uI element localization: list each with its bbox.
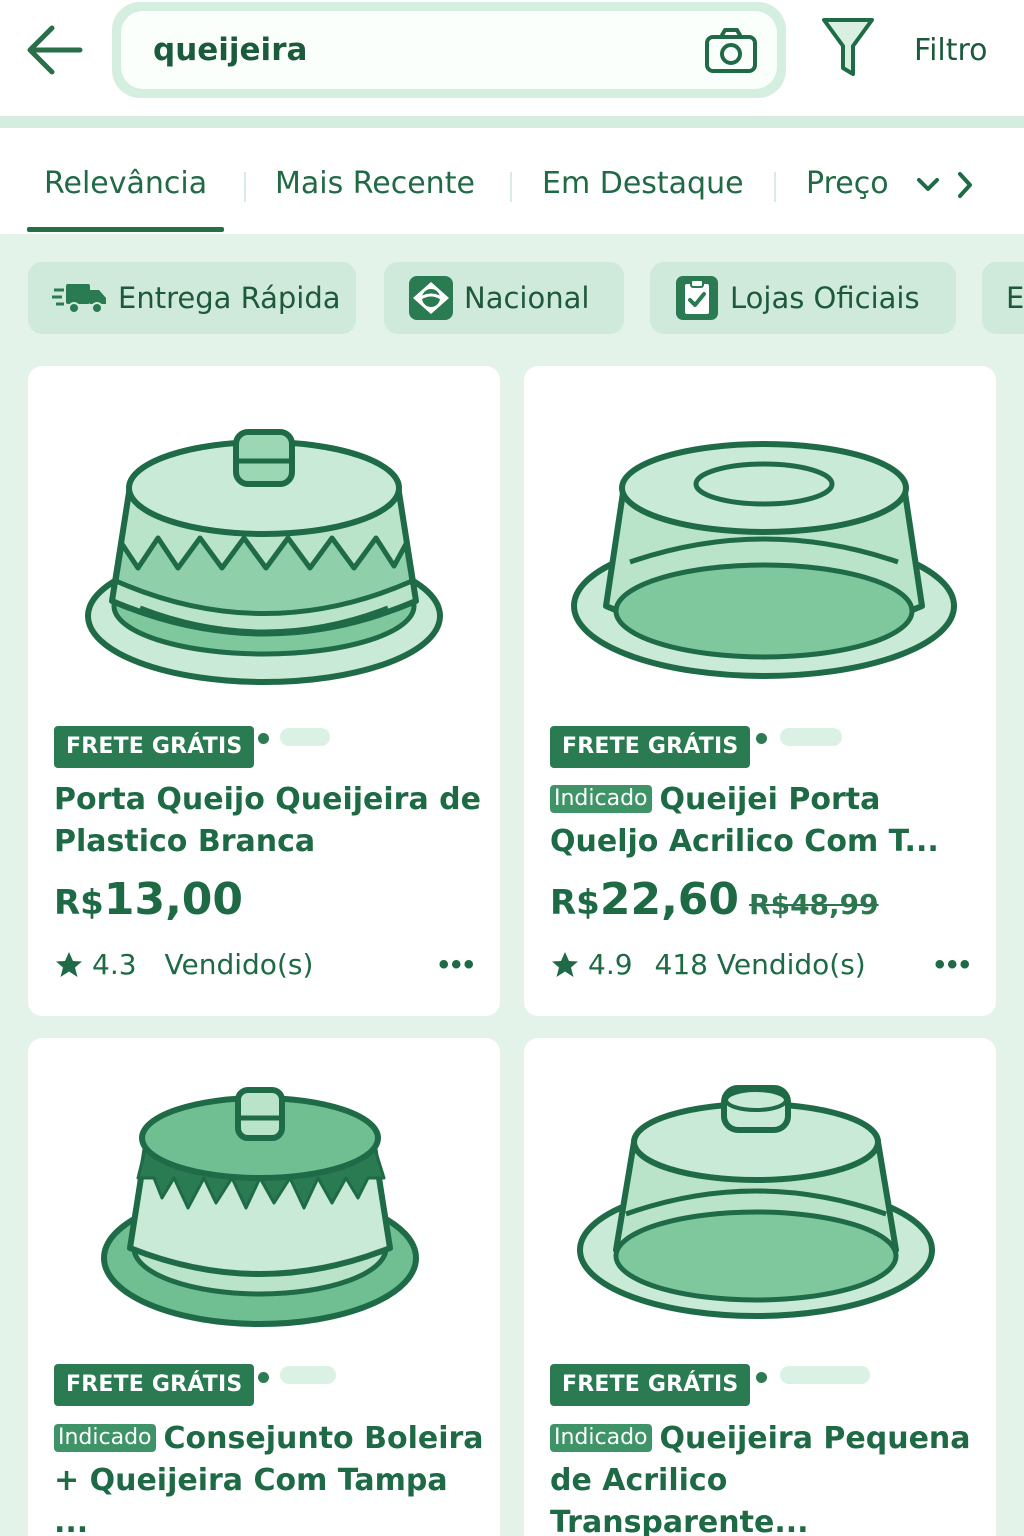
chip-label: Lojas Oficiais: [730, 281, 920, 315]
more-options-icon[interactable]: •••: [438, 948, 476, 982]
indicator-dot: [258, 1372, 269, 1383]
tab-relevancia[interactable]: Relevância: [44, 166, 207, 201]
product-image: [577, 1085, 935, 1319]
product-title[interactable]: Porta Queijo Queijeira de Plastico Branc…: [54, 779, 484, 863]
product-title[interactable]: Indicado Queijeira Pequena de Acrilico Tr…: [550, 1418, 990, 1536]
chip-partial[interactable]: E: [982, 262, 1024, 334]
product-image: [571, 441, 957, 679]
top-bar: Filtro: [0, 0, 1024, 118]
sold-count: Vendido(s): [164, 948, 314, 981]
product-card[interactable]: FRETE GRÁTIS Indicado Queijeira Pequena d…: [524, 1038, 996, 1536]
indicator-dot: [756, 1372, 767, 1383]
delivery-truck-icon: [52, 284, 106, 314]
indicator-pill: [280, 728, 330, 746]
indicator-pill: [780, 728, 842, 746]
tab-separator: [510, 172, 512, 202]
indicator-dot: [258, 733, 269, 744]
sold-count: 418 Vendido(s): [654, 948, 866, 981]
back-arrow-icon: [27, 25, 83, 75]
product-title[interactable]: Indicado Queijei Porta Queljo Acrilico Co…: [550, 779, 980, 863]
old-price: R$48,99: [749, 888, 879, 921]
search-bar: [112, 2, 786, 98]
chip-label: Entrega Rápida: [118, 281, 341, 315]
product-card[interactable]: FRETE GRÁTIS Indicado Queijei Porta Quelj…: [524, 366, 996, 1016]
more-options-icon[interactable]: •••: [934, 948, 972, 982]
product-price: R$22,60 R$48,99: [550, 874, 879, 925]
rating-value: 4.9: [588, 948, 633, 981]
clipboard-check-icon: [676, 276, 718, 320]
free-shipping-badge: FRETE GRÁTIS: [550, 1364, 751, 1406]
recommended-badge: Indicado: [54, 1424, 156, 1452]
chip-entrega-rapida[interactable]: Entrega Rápida: [28, 262, 356, 334]
tab-em-destaque[interactable]: Em Destaque: [542, 166, 744, 201]
product-image: [101, 1087, 419, 1327]
chip-lojas-oficiais[interactable]: Lojas Oficiais: [650, 262, 956, 334]
indicator-pill: [280, 1366, 336, 1384]
product-image: [85, 429, 443, 685]
tab-mais-recente[interactable]: Mais Recente: [275, 166, 475, 201]
chip-nacional[interactable]: Nacional: [384, 262, 624, 334]
filter-button[interactable]: Filtro: [818, 14, 1008, 86]
sort-tabs: Relevância Mais Recente Em Destaque Preç…: [0, 128, 1024, 234]
recommended-badge: Indicado: [550, 1424, 652, 1452]
filter-label: Filtro: [914, 32, 988, 68]
product-card[interactable]: FRETE GRÁTIS Porta Queijo Queijeira de P…: [28, 366, 500, 1016]
chip-label: Nacional: [464, 281, 590, 315]
camera-icon: [705, 28, 757, 73]
product-title[interactable]: Indicado Consejunto Boleira + Queijeira C…: [54, 1418, 484, 1536]
chevron-right-icon[interactable]: [955, 170, 975, 200]
free-shipping-badge: FRETE GRÁTIS: [550, 726, 751, 768]
chevron-down-icon[interactable]: [916, 176, 940, 194]
price-currency: R$: [54, 883, 104, 923]
rating-value: 4.3: [92, 948, 137, 981]
product-meta: 4.9 418 Vendido(s): [550, 948, 866, 981]
active-tab-indicator: [27, 227, 224, 232]
tab-separator: [774, 172, 776, 202]
star-icon: [56, 951, 82, 977]
search-input[interactable]: [153, 32, 673, 68]
price-currency: R$: [550, 883, 600, 923]
funnel-icon: [822, 18, 874, 76]
free-shipping-badge: FRETE GRÁTIS: [54, 726, 255, 768]
product-meta: 4.3 Vendido(s): [54, 948, 313, 981]
tab-separator: [244, 172, 246, 202]
indicator-dot: [756, 733, 767, 744]
free-shipping-badge: FRETE GRÁTIS: [54, 1364, 255, 1406]
star-icon: [552, 951, 578, 977]
chip-label: E: [1006, 281, 1024, 315]
recommended-badge: Indicado: [550, 785, 652, 813]
tab-preco[interactable]: Preço: [806, 166, 889, 201]
price-value: 22,60: [599, 874, 740, 925]
price-value: 13,00: [103, 874, 244, 925]
product-price: R$13,00: [54, 874, 243, 925]
back-button[interactable]: [18, 18, 88, 82]
camera-search-button[interactable]: [703, 25, 759, 77]
product-card[interactable]: FRETE GRÁTIS Indicado Consejunto Boleira …: [28, 1038, 500, 1536]
header-divider: [0, 116, 1024, 128]
indicator-pill: [780, 1366, 870, 1384]
brazil-flag-icon: [409, 276, 453, 320]
